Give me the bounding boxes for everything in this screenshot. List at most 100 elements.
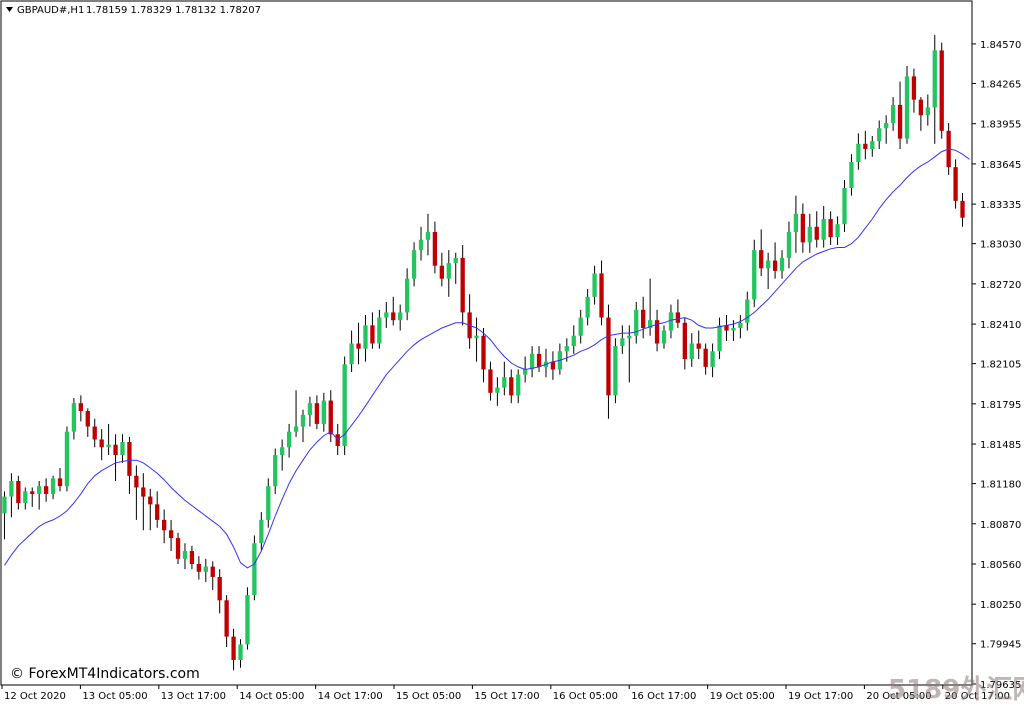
candle-body xyxy=(439,265,444,279)
candle-body xyxy=(16,480,21,504)
candle-body xyxy=(259,519,264,544)
watermark-text: © ForexMT4Indicators.com xyxy=(10,666,200,682)
candle-body xyxy=(23,491,28,504)
time-tick-label: 16 Oct 05:00 xyxy=(553,691,618,702)
candle-body xyxy=(175,538,181,559)
price-tick-label: 1.83335 xyxy=(980,200,1021,211)
chart-canvas[interactable]: GBPAUD#,H1 1.78159 1.78329 1.78132 1.782… xyxy=(0,0,1024,706)
candle-body xyxy=(196,563,202,572)
price-chart[interactable]: GBPAUD#,H1 1.78159 1.78329 1.78132 1.782… xyxy=(0,0,1024,706)
candle-body xyxy=(432,231,438,266)
candle-body xyxy=(363,325,368,349)
candle-body xyxy=(849,161,854,188)
price-tick-label: 1.81485 xyxy=(980,440,1021,451)
candle-body xyxy=(155,504,160,520)
candle xyxy=(904,65,910,144)
candle xyxy=(64,426,70,492)
candle-body xyxy=(578,317,583,336)
candle-body xyxy=(9,480,14,497)
candle-body xyxy=(641,309,646,328)
candle-body xyxy=(731,327,736,331)
price-tick-label: 1.82410 xyxy=(980,320,1021,331)
candle-body xyxy=(231,636,236,660)
candle-body xyxy=(710,351,715,367)
price-tick-label: 1.79945 xyxy=(980,640,1021,651)
candle-body xyxy=(807,226,812,243)
candle-body xyxy=(398,312,403,321)
price-tick-label: 1.83030 xyxy=(980,240,1021,251)
candle-body xyxy=(779,257,785,271)
candle-body xyxy=(863,143,868,149)
price-tick-label: 1.82105 xyxy=(980,360,1021,371)
candle-body xyxy=(488,369,493,393)
candle-body xyxy=(50,478,56,494)
candle-body xyxy=(106,444,111,448)
candle-body xyxy=(280,447,285,456)
candle-body xyxy=(786,231,792,258)
price-tick-label: 1.80560 xyxy=(980,560,1021,571)
price-tick-label: 1.80870 xyxy=(980,520,1021,531)
candle-body xyxy=(92,426,97,440)
candle-body xyxy=(314,403,320,424)
candle-body xyxy=(536,353,542,367)
time-axis: 12 Oct 2020 13 Oct 05:00 13 Oct 17:00 14 Oc… xyxy=(1,685,1010,702)
candle-body xyxy=(78,403,83,411)
price-tick-label: 1.84570 xyxy=(980,40,1021,51)
candle-body xyxy=(925,107,930,116)
candle-body xyxy=(286,431,292,448)
plot-frame xyxy=(0,0,973,686)
candle-body xyxy=(745,299,750,323)
candle-body xyxy=(460,257,465,313)
candle-body xyxy=(168,530,174,539)
candle-body xyxy=(321,400,326,424)
time-tick-label: 12 Oct 2020 xyxy=(4,691,66,702)
candle-body xyxy=(85,410,90,427)
corner-watermark: 5189外汇网 xyxy=(888,675,1024,705)
candle-body xyxy=(71,403,77,432)
candle-body xyxy=(43,486,49,494)
candle-body xyxy=(134,475,139,488)
candle-body xyxy=(529,353,535,370)
time-tick-label: 14 Oct 05:00 xyxy=(239,691,304,702)
candle-body xyxy=(627,335,632,339)
candle-body xyxy=(877,128,882,142)
candle-body xyxy=(335,434,340,446)
time-tick-label: 16 Oct 17:00 xyxy=(631,691,696,702)
ohlc-readout: 1.78159 1.78329 1.78132 1.78207 xyxy=(86,5,261,16)
candle-body xyxy=(328,400,333,435)
candle-body xyxy=(418,239,424,251)
candle-body xyxy=(182,551,188,559)
candle-body xyxy=(759,250,764,269)
candle-body xyxy=(509,377,514,396)
candle-body xyxy=(411,250,417,279)
candle-body xyxy=(370,325,375,344)
candle-body xyxy=(675,312,681,323)
candle-body xyxy=(516,374,521,396)
candle-body xyxy=(884,123,889,129)
candle-body xyxy=(404,278,410,313)
candle-body xyxy=(384,312,389,318)
candle-body xyxy=(523,369,528,375)
price-tick-label: 1.84265 xyxy=(980,79,1021,90)
candle-body xyxy=(203,566,208,572)
candle-body xyxy=(550,361,556,370)
price-tick-label: 1.81795 xyxy=(980,400,1021,411)
candle-body xyxy=(682,322,687,360)
candle-body xyxy=(141,487,146,497)
price-tick-label: 1.80250 xyxy=(980,600,1021,611)
candle-body xyxy=(252,543,257,596)
candle-body xyxy=(495,387,500,393)
candle-body xyxy=(585,296,590,318)
price-tick-label: 1.82720 xyxy=(980,280,1021,291)
candle-body xyxy=(307,403,313,415)
candle-body xyxy=(453,257,458,264)
candle-body xyxy=(391,312,396,321)
candle-body xyxy=(904,76,910,139)
candle-body xyxy=(238,644,243,660)
price-tick-label: 1.83645 xyxy=(980,160,1021,171)
candle-body xyxy=(800,213,806,243)
candle-body xyxy=(932,50,937,108)
time-tick-label: 19 Oct 17:00 xyxy=(788,691,853,702)
time-tick-label: 19 Oct 05:00 xyxy=(710,691,775,702)
candle-body xyxy=(99,439,104,448)
